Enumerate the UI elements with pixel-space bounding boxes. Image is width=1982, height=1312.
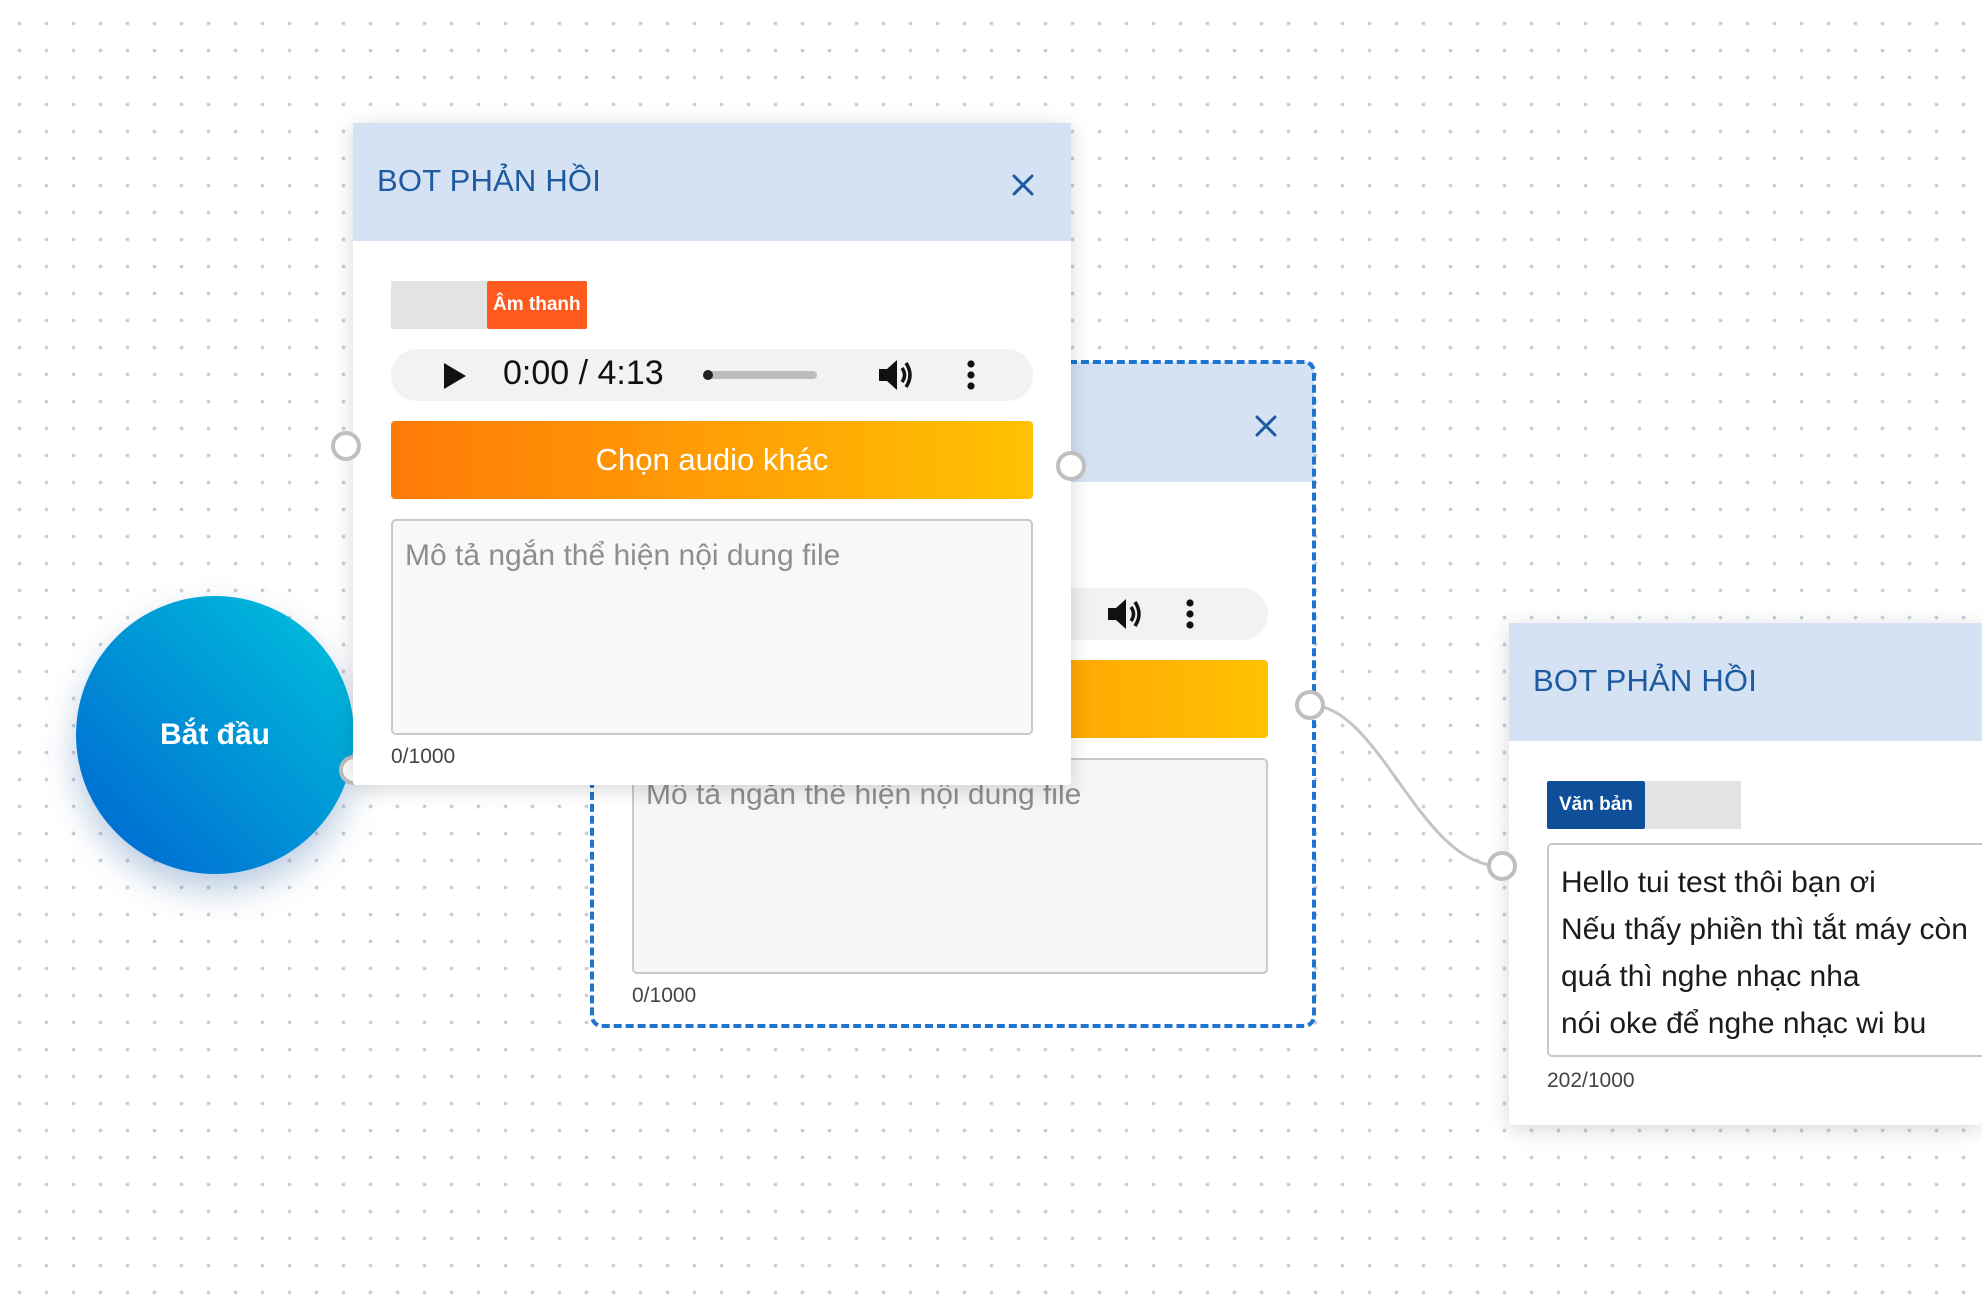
message-line: Nếu thấy phiền thì tắt máy còn — [1561, 913, 1968, 946]
bot-response-node-right[interactable]: BOT PHẢN HỒI Văn bản Hello tui test thôi… — [1509, 623, 1982, 1125]
message-type-toggle[interactable]: Văn bản — [1547, 781, 1741, 829]
card-title: BOT PHẢN HỒI — [377, 163, 602, 198]
audio-seek-thumb[interactable] — [703, 370, 713, 380]
audio-player[interactable]: 0:00 / 4:13 — [391, 349, 1033, 401]
bot-response-node-front[interactable]: BOT PHẢN HỒI Âm thanh 0:00 / 4:13 Chọn a… — [353, 123, 1071, 785]
back-card-output-handle[interactable] — [1295, 690, 1325, 720]
char-counter: 0/1000 — [391, 745, 456, 768]
message-line: nói oke để nghe nhạc wi bu — [1561, 1007, 1927, 1040]
right-card-input-handle[interactable] — [1487, 851, 1517, 881]
start-node-label: Bắt đầu — [159, 718, 270, 751]
toggle-text-option[interactable]: Văn bản — [1547, 781, 1645, 829]
card-header: BOT PHẢN HỒI — [1509, 623, 1982, 741]
message-type-toggle[interactable]: Âm thanh — [391, 281, 587, 329]
connection-edge — [1309, 703, 1501, 868]
message-line: Hello tui test thôi bạn ơi — [1561, 866, 1876, 899]
message-line: quá thì nghe nhạc nha — [1561, 960, 1860, 993]
front-card-output-handle[interactable] — [1056, 451, 1086, 481]
more-vertical-icon[interactable] — [965, 357, 977, 393]
choose-audio-button[interactable]: Chọn audio khác — [391, 421, 1033, 499]
audio-seek-bar[interactable] — [703, 371, 817, 379]
front-card-input-handle[interactable] — [331, 431, 361, 461]
flow-canvas[interactable]: Bắt đầu 0/1000 BOT PHẢN HỒI — [0, 0, 1982, 1312]
char-counter: 202/1000 — [1547, 1069, 1635, 1092]
audio-time: 0:00 / 4:13 — [503, 354, 664, 392]
toggle-text-option[interactable] — [391, 281, 487, 329]
card-header: BOT PHẢN HỒI — [353, 123, 1071, 241]
volume-icon[interactable] — [875, 357, 915, 393]
close-icon[interactable] — [1003, 165, 1043, 205]
toggle-audio-option[interactable] — [1644, 781, 1741, 829]
play-icon[interactable] — [441, 362, 467, 390]
toggle-audio-option[interactable]: Âm thanh — [487, 281, 587, 329]
message-text-input[interactable]: Hello tui test thôi bạn ơi Nếu thấy phiề… — [1547, 843, 1982, 1057]
card-title: BOT PHẢN HỒI — [1533, 663, 1758, 698]
description-input[interactable] — [391, 519, 1033, 735]
start-node[interactable]: Bắt đầu — [76, 596, 354, 874]
